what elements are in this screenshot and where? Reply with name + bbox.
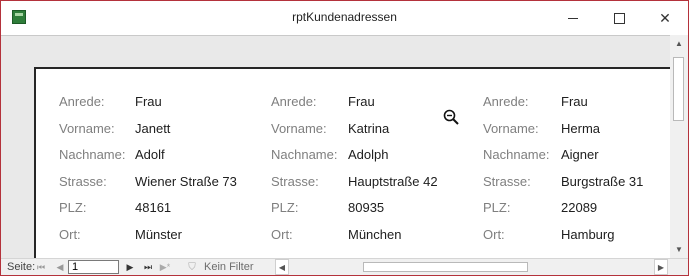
value-vorname: Katrina bbox=[348, 120, 390, 136]
label-anrede: Anrede: bbox=[483, 94, 529, 109]
minimize-button[interactable] bbox=[550, 1, 596, 35]
first-page-icon[interactable]: ⏮ bbox=[35, 259, 47, 275]
label-plz: PLZ: bbox=[271, 200, 299, 216]
report-preview-area[interactable]: Anrede: Frau Vorname: Janett Nachname: Adol… bbox=[1, 35, 670, 259]
field-row-plz: PLZ: 22089 bbox=[483, 200, 670, 227]
field-row-nachname: Nachname: Aigner bbox=[483, 147, 670, 174]
page-number-input[interactable]: 1 bbox=[68, 260, 119, 274]
field-row-plz: PLZ: 80935 bbox=[271, 200, 481, 227]
value-ort: München bbox=[348, 226, 402, 242]
maximize-icon bbox=[613, 12, 625, 24]
value-strasse: Wiener Straße 73 bbox=[135, 173, 237, 189]
horizontal-scrollbar[interactable]: ◀ ▶ bbox=[275, 259, 669, 275]
field-row-ort: Ort: Hamburg bbox=[483, 227, 670, 254]
page-label: Seite: bbox=[7, 261, 36, 273]
horizontal-scroll-thumb[interactable] bbox=[363, 262, 528, 272]
vertical-scroll-thumb[interactable] bbox=[673, 57, 684, 121]
value-anrede: Frau bbox=[135, 94, 162, 109]
previous-page-icon[interactable]: ◀ bbox=[54, 259, 66, 275]
value-strasse: Hauptstraße 42 bbox=[348, 173, 438, 189]
value-plz: 80935 bbox=[348, 200, 385, 216]
field-row-ort: Ort: Münster bbox=[59, 227, 269, 254]
new-record-icon[interactable]: ▶* bbox=[158, 259, 172, 275]
maximize-button[interactable] bbox=[596, 1, 642, 35]
value-plz: 48161 bbox=[135, 200, 172, 216]
value-nachname: Aigner bbox=[561, 147, 599, 163]
field-row-vorname: Vorname: Herma bbox=[483, 121, 670, 148]
label-nachname: Nachname: bbox=[271, 147, 338, 163]
field-row-strasse: Strasse: Burgstraße 31 bbox=[483, 174, 670, 201]
field-row-strasse: Strasse: Wiener Straße 73 bbox=[59, 174, 269, 201]
field-row-vorname: Vorname: Janett bbox=[59, 121, 269, 148]
scroll-down-icon[interactable]: ▼ bbox=[670, 241, 688, 258]
close-icon: ✕ bbox=[659, 10, 671, 26]
label-anrede: Anrede: bbox=[271, 94, 317, 109]
label-plz: PLZ: bbox=[59, 200, 87, 216]
label-nachname: Nachname: bbox=[59, 147, 126, 163]
label-anrede: Anrede: bbox=[59, 94, 105, 109]
filter-icon[interactable]: ⛉ bbox=[186, 259, 198, 275]
zoom-out-magnifier-icon bbox=[443, 109, 459, 125]
title-bar: rptKundenadressen ✕ bbox=[1, 1, 688, 35]
value-vorname: Janett bbox=[135, 120, 171, 136]
label-vorname: Vorname: bbox=[59, 120, 115, 136]
field-row-anrede: Anrede: Frau bbox=[59, 94, 269, 121]
value-nachname: Adolf bbox=[135, 147, 165, 163]
report-page: Anrede: Frau Vorname: Janett Nachname: Adol… bbox=[34, 67, 670, 259]
report-window: rptKundenadressen ✕ Anrede: Frau Vorname:… bbox=[0, 0, 689, 276]
value-vorname: Herma bbox=[561, 120, 601, 136]
field-row-nachname: Nachname: Adolph bbox=[271, 147, 481, 174]
field-row-nachname: Nachname: Adolf bbox=[59, 147, 269, 174]
vertical-scrollbar[interactable]: ▲ ▼ bbox=[670, 35, 688, 258]
filter-status-label[interactable]: Kein Filter bbox=[204, 261, 254, 273]
address-record: Anrede: Frau Vorname: Herma Nachname: Aigne… bbox=[483, 94, 670, 254]
label-strasse: Strasse: bbox=[271, 173, 319, 189]
label-plz: PLZ: bbox=[483, 200, 511, 216]
close-button[interactable]: ✕ bbox=[642, 1, 688, 35]
value-ort: Münster bbox=[135, 226, 182, 242]
value-anrede: Frau bbox=[561, 94, 588, 109]
value-plz: 22089 bbox=[561, 200, 598, 216]
record-navigation-bar: Seite: ⏮ ◀ 1 ▶ ⏭ ▶* ⛉ Kein Filter ◀ ▶ bbox=[1, 258, 688, 275]
label-vorname: Vorname: bbox=[483, 120, 539, 136]
value-nachname: Adolph bbox=[348, 147, 389, 163]
label-ort: Ort: bbox=[59, 226, 81, 242]
field-row-ort: Ort: München bbox=[271, 227, 481, 254]
value-ort: Hamburg bbox=[561, 226, 615, 242]
label-strasse: Strasse: bbox=[59, 173, 107, 189]
label-ort: Ort: bbox=[483, 226, 505, 242]
scroll-right-icon[interactable]: ▶ bbox=[654, 259, 668, 275]
scroll-up-icon[interactable]: ▲ bbox=[670, 35, 688, 52]
address-record: Anrede: Frau Vorname: Janett Nachname: Adol… bbox=[59, 94, 269, 254]
value-strasse: Burgstraße 31 bbox=[561, 173, 644, 189]
label-nachname: Nachname: bbox=[483, 147, 550, 163]
field-row-strasse: Strasse: Hauptstraße 42 bbox=[271, 174, 481, 201]
value-anrede: Frau bbox=[348, 94, 375, 109]
minimize-icon bbox=[568, 17, 578, 19]
field-row-anrede: Anrede: Frau bbox=[483, 94, 670, 121]
field-row-plz: PLZ: 48161 bbox=[59, 200, 269, 227]
next-page-icon[interactable]: ▶ bbox=[124, 259, 136, 275]
label-strasse: Strasse: bbox=[483, 173, 531, 189]
label-vorname: Vorname: bbox=[271, 120, 327, 136]
label-ort: Ort: bbox=[271, 226, 293, 242]
last-page-icon[interactable]: ⏭ bbox=[141, 259, 155, 275]
scroll-left-icon[interactable]: ◀ bbox=[275, 259, 289, 275]
